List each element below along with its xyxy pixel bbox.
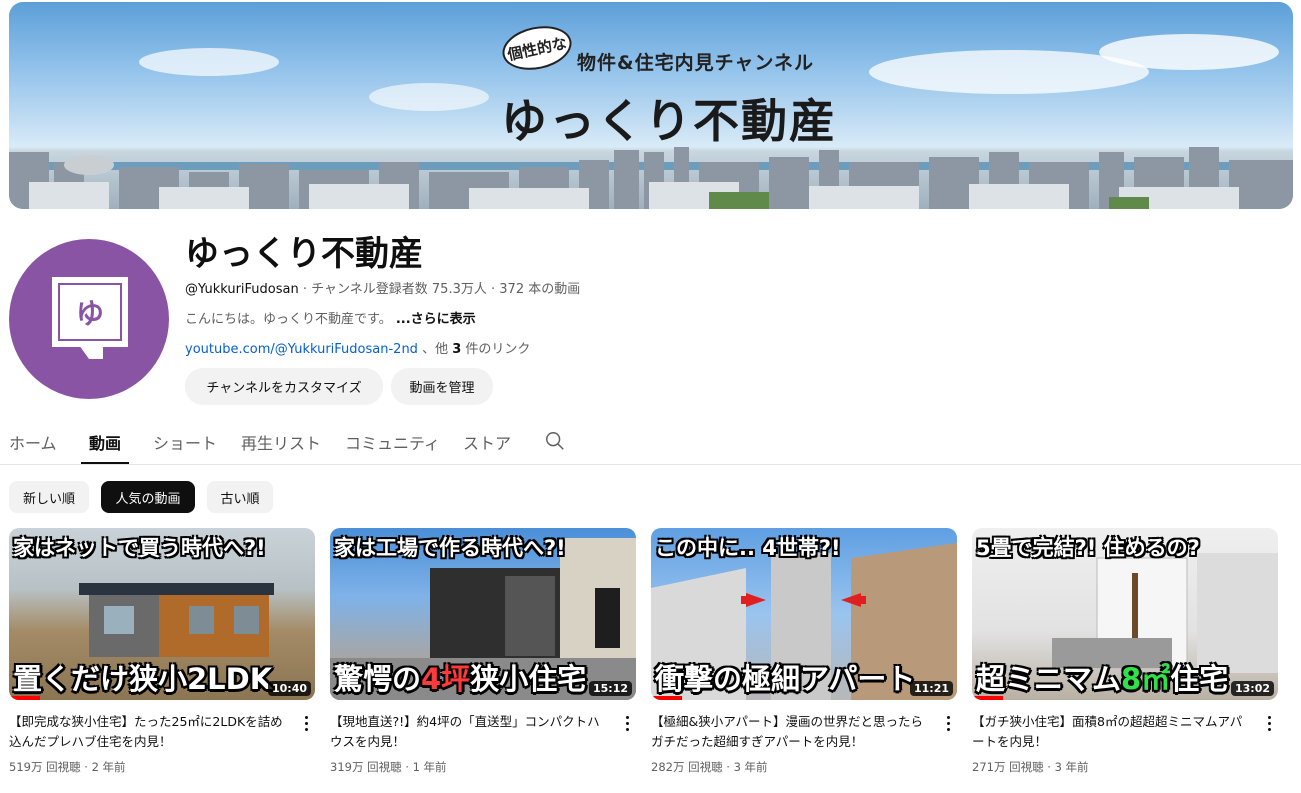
channel-tabs: ホーム 動画 ショート 再生リスト コミュニティ ストア	[0, 420, 1301, 464]
video-title[interactable]: 【現地直送?!】約4坪の「直送型」コンパクトハウスを内見！	[330, 712, 610, 752]
video-thumbnail[interactable]: この中に.. 4世帯?! 衝撃の極細アパート 11:21	[651, 528, 957, 700]
video-duration: 11:21	[909, 681, 953, 696]
search-icon[interactable]	[544, 430, 566, 452]
other-links-count[interactable]: 3	[452, 342, 461, 357]
video-meta: 271万 回視聴 ‧ 3 年前	[972, 759, 1089, 775]
tab-store[interactable]: ストア	[463, 430, 511, 454]
thumbnail-bottom-caption: 衝撃の極細アパート	[655, 662, 916, 696]
thumbnail-top-caption: 5畳で完結?! 住めるの?	[976, 536, 1200, 560]
manage-videos-button[interactable]: 動画を管理	[391, 368, 493, 405]
channel-name: ゆっくり不動産	[185, 234, 423, 274]
more-actions-icon[interactable]	[624, 716, 630, 734]
thumbnail-top-caption: 家はネットで買う時代へ?!	[13, 536, 266, 560]
banner-title: ゆっくり不動産	[501, 94, 837, 148]
chip-newest[interactable]: 新しい順	[9, 481, 89, 513]
upload-age: 1 年前	[412, 760, 447, 774]
channel-description[interactable]: こんにちは。ゆっくり不動産です。 ...さらに表示	[185, 308, 476, 327]
tab-videos[interactable]: 動画	[89, 430, 121, 454]
video-card[interactable]: 家は工場で作る時代へ?! 驚愕の4坪狭小住宅 15:12 【現地直送?!】約4坪…	[330, 528, 636, 774]
meta-separator: ‧	[491, 282, 496, 297]
thumbnail-bottom-caption: 置くだけ狭小2LDK	[13, 662, 273, 696]
video-count: 372 本の動画	[499, 282, 581, 297]
tab-home[interactable]: ホーム	[9, 430, 57, 454]
video-meta: 319万 回視聴 ‧ 1 年前	[330, 759, 447, 775]
customize-channel-button[interactable]: チャンネルをカスタマイズ	[185, 368, 383, 405]
channel-link-url[interactable]: youtube.com/@YukkuriFudosan-2nd	[185, 342, 418, 357]
caption-highlight: 8㎡	[1121, 662, 1171, 696]
thumbnail-top-caption: 家は工場で作る時代へ?!	[334, 536, 566, 560]
meta-separator: ‧	[1047, 760, 1051, 774]
tabs-divider	[0, 464, 1301, 465]
more-actions-icon[interactable]	[303, 716, 309, 734]
tab-shorts[interactable]: ショート	[153, 430, 217, 454]
thumbnail-bottom-caption: 驚愕の4坪狭小住宅	[330, 656, 586, 698]
link-separator: 、他	[422, 342, 449, 357]
description-text: こんにちは。ゆっくり不動産です。	[185, 312, 392, 327]
view-count: 319万 回視聴	[330, 760, 402, 774]
caption-part: 超ミニマム	[976, 662, 1122, 696]
view-count: 282万 回視聴	[651, 760, 723, 774]
thumbnail-bottom-caption: 超ミニマム8㎡住宅	[972, 656, 1228, 698]
watch-progress-bar	[972, 696, 1003, 700]
watch-progress-bar	[651, 696, 682, 700]
channel-avatar[interactable]: ゆ	[9, 239, 169, 399]
channel-banner: 個性的な 物件&住宅内見チャンネル ゆっくり不動産	[9, 2, 1293, 209]
more-actions-icon[interactable]	[945, 716, 951, 734]
avatar-speech-tail	[79, 345, 103, 359]
video-title[interactable]: 【即完成な狭小住宅】たった25㎡に2LDKを詰め込んだプレハブ住宅を内見！	[9, 712, 289, 752]
chip-oldest[interactable]: 古い順	[207, 481, 273, 513]
video-meta: 282万 回視聴 ‧ 3 年前	[651, 759, 768, 775]
upload-age: 2 年前	[91, 760, 126, 774]
video-thumbnail[interactable]: 家はネットで買う時代へ?! 置くだけ狭小2LDK 10:40	[9, 528, 315, 700]
video-duration: 10:40	[267, 681, 311, 696]
meta-separator: ‧	[84, 760, 88, 774]
meta-separator: ‧	[405, 760, 409, 774]
video-duration: 15:12	[588, 681, 632, 696]
upload-age: 3 年前	[733, 760, 768, 774]
caption-part: 住宅	[1170, 662, 1229, 696]
thumbnail-top-caption: この中に.. 4世帯?!	[655, 536, 841, 560]
show-more-link[interactable]: ...さらに表示	[396, 312, 476, 327]
channel-meta: @YukkuriFudosan ‧ チャンネル登録者数 75.3万人 ‧ 372…	[185, 278, 580, 297]
tab-playlists[interactable]: 再生リスト	[241, 430, 321, 454]
video-title[interactable]: 【極細&狭小アパート】漫画の世界だと思ったらガチだった超細すぎアパートを内見！	[651, 712, 931, 752]
meta-separator: ‧	[726, 760, 730, 774]
view-count: 519万 回視聴	[9, 760, 81, 774]
meta-separator: ‧	[302, 282, 308, 297]
video-card[interactable]: 5畳で完結?! 住めるの? 超ミニマム8㎡住宅 13:02 【ガチ狭小住宅】面積…	[972, 528, 1278, 774]
watch-progress-bar	[9, 696, 40, 700]
upload-age: 3 年前	[1054, 760, 1089, 774]
subscriber-count: チャンネル登録者数 75.3万人	[311, 282, 487, 297]
caption-part: 驚愕の	[334, 662, 422, 696]
video-thumbnail[interactable]: 家は工場で作る時代へ?! 驚愕の4坪狭小住宅 15:12	[330, 528, 636, 700]
banner-subtitle: 物件&住宅内見チャンネル	[577, 52, 814, 74]
channel-links: youtube.com/@YukkuriFudosan-2nd 、他 3 件のリ…	[185, 338, 530, 357]
avatar-glyph: ゆ	[58, 283, 122, 341]
video-title[interactable]: 【ガチ狭小住宅】面積8㎡の超超超ミニマムアパートを内見！	[972, 712, 1252, 752]
caption-highlight: 4坪	[421, 662, 471, 696]
avatar-logo: ゆ	[52, 277, 128, 347]
tab-community[interactable]: コミュニティ	[345, 430, 440, 454]
video-meta: 519万 回視聴 ‧ 2 年前	[9, 759, 126, 775]
more-actions-icon[interactable]	[1266, 716, 1272, 734]
view-count: 271万 回視聴	[972, 760, 1044, 774]
video-card[interactable]: 家はネットで買う時代へ?! 置くだけ狭小2LDK 10:40 【即完成な狭小住宅…	[9, 528, 315, 774]
other-links-suffix[interactable]: 件のリンク	[465, 342, 530, 357]
video-card[interactable]: この中に.. 4世帯?! 衝撃の極細アパート 11:21 【極細&狭小アパート】…	[651, 528, 957, 774]
video-duration: 13:02	[1230, 681, 1274, 696]
video-thumbnail[interactable]: 5畳で完結?! 住めるの? 超ミニマム8㎡住宅 13:02	[972, 528, 1278, 700]
caption-part: 狭小住宅	[470, 662, 587, 696]
channel-handle: @YukkuriFudosan	[185, 282, 299, 297]
chip-popular[interactable]: 人気の動画	[101, 481, 195, 513]
